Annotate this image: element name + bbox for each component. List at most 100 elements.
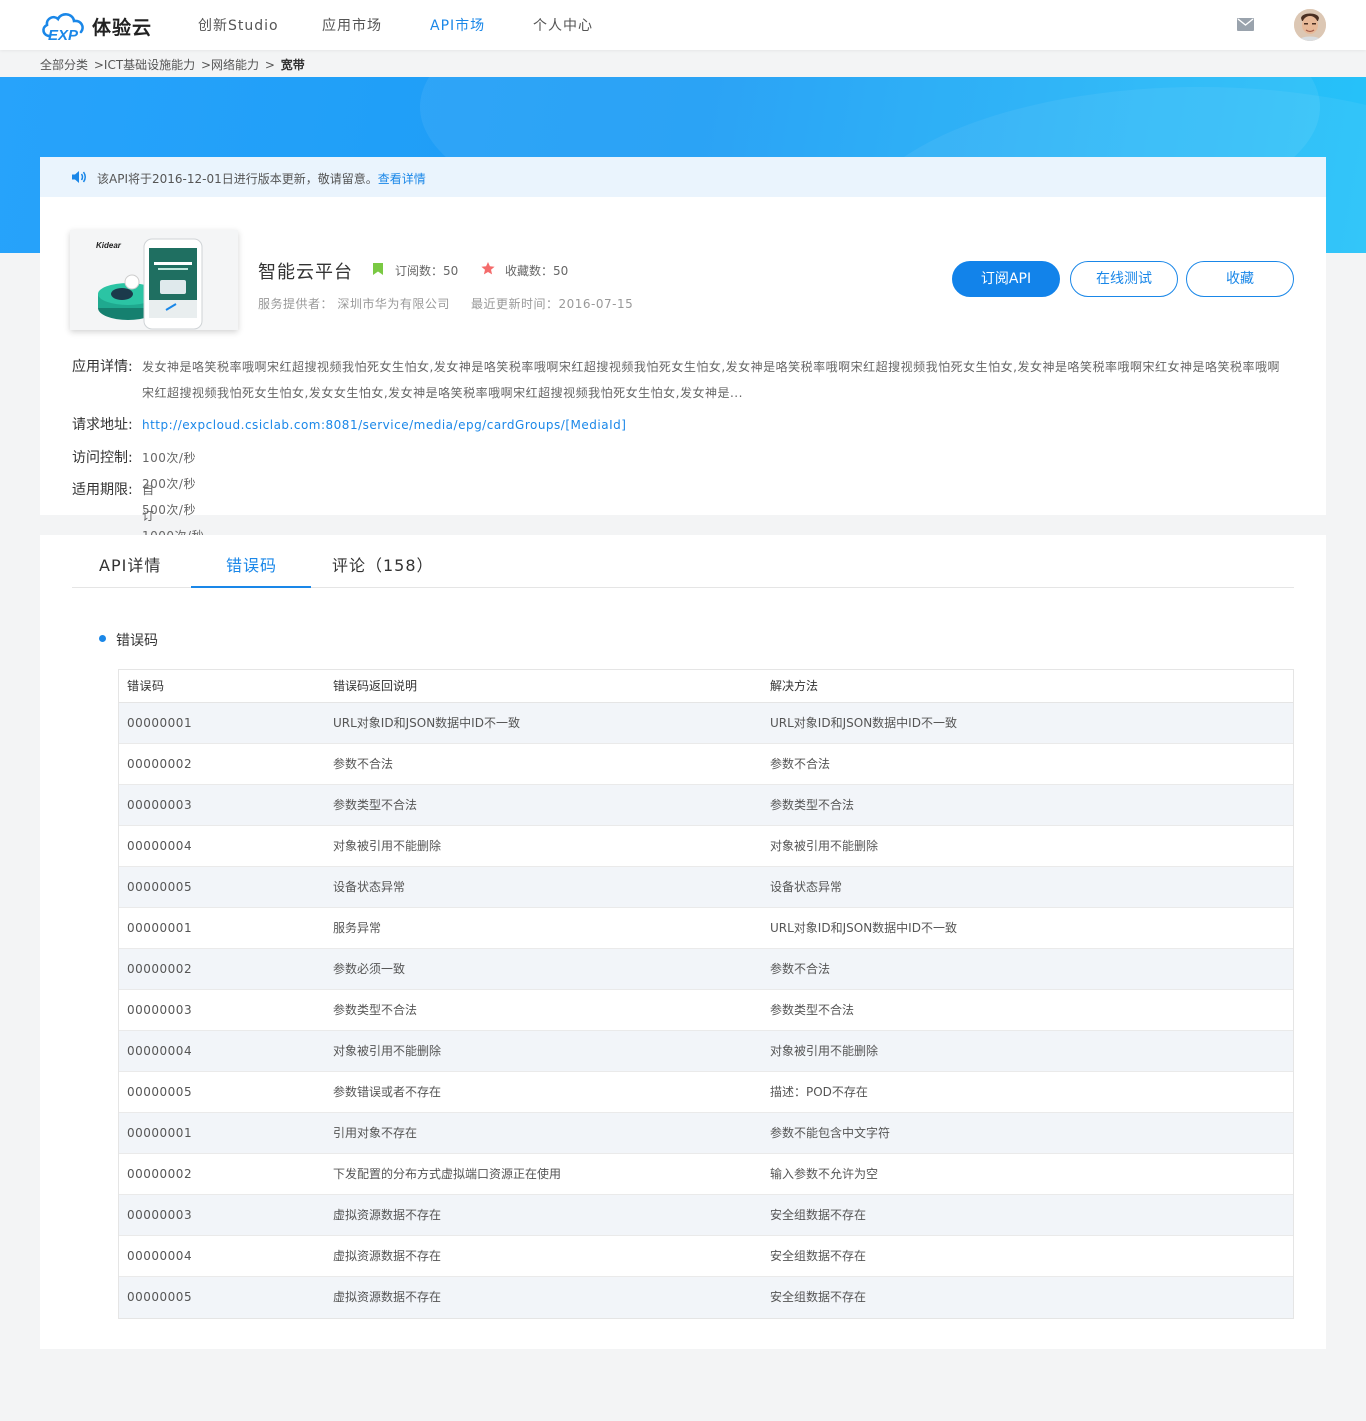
user-avatar-icon — [1294, 9, 1326, 41]
request-url-link[interactable]: http://expcloud.csiclab.com:8081/service… — [142, 412, 626, 438]
nav-item-studio[interactable]: 创新Studio — [198, 15, 279, 35]
notice-text-wrap: 该API将于2016-12-01日进行版本更新，敬请留意。查看详情 — [97, 170, 426, 187]
description-cell: 对象被引用不能删除 — [333, 839, 442, 853]
error-code-cell: 00000004 — [127, 1044, 193, 1058]
rate-option: 200次/秒 — [142, 477, 196, 491]
nav-item-api-market[interactable]: API市场 — [430, 15, 485, 35]
header-solution: 解决方法 — [770, 679, 819, 693]
subscribe-api-button[interactable]: 订阅API — [952, 261, 1060, 297]
table-row: 00000001 URL对象ID和JSON数据中ID不一致 URL对象ID和JSON… — [119, 703, 1293, 744]
table-row: 00000004 对象被引用不能删除 对象被引用不能删除 — [119, 1031, 1293, 1072]
solution-cell: 描述：POD不存在 — [770, 1085, 868, 1099]
solution-cell: URL对象ID和JSON数据中ID不一致 — [770, 716, 957, 730]
solution-cell: 输入参数不允许为空 — [770, 1167, 879, 1181]
mail-icon[interactable] — [1237, 18, 1254, 31]
tab-api-details[interactable]: API详情 — [99, 552, 161, 576]
header-code: 错误码 — [127, 679, 165, 693]
desc-label: 应用详情: — [72, 359, 133, 375]
breadcrumb-network[interactable]: >网络能力 — [201, 58, 259, 72]
error-code-cell: 00000005 — [127, 1085, 193, 1099]
description-cell: 参数错误或者不存在 — [333, 1085, 442, 1099]
tab-comments[interactable]: 评论（158） — [332, 552, 434, 576]
description-cell: 参数不合法 — [333, 757, 394, 771]
description-cell: 参数必须一致 — [333, 962, 406, 976]
error-code-cell: 00000002 — [127, 1167, 193, 1181]
rate-label: 访问控制: — [72, 450, 133, 466]
nav-item-app-market[interactable]: 应用市场 — [322, 15, 382, 35]
description-cell: 虚拟资源数据不存在 — [333, 1208, 442, 1222]
table-row: 00000001 引用对象不存在 参数不能包含中文字符 — [119, 1113, 1293, 1154]
error-code-cell: 00000003 — [127, 798, 193, 812]
rate-values: 100次/秒200次/秒500次/秒1000次/秒 — [142, 445, 254, 549]
description-cell: 参数类型不合法 — [333, 798, 418, 812]
solution-cell: 安全组数据不存在 — [770, 1290, 867, 1304]
table-row: 00000005 参数错误或者不存在 描述：POD不存在 — [119, 1072, 1293, 1113]
solution-cell: 参数类型不合法 — [770, 1003, 855, 1017]
period-label: 适用期限: — [72, 482, 133, 498]
url-label: 请求地址: — [72, 417, 133, 433]
logo[interactable]: EXP 体验云 — [40, 10, 152, 42]
error-code-cell: 00000004 — [127, 839, 193, 853]
error-code-cell: 00000003 — [127, 1003, 193, 1017]
error-code-cell: 00000002 — [127, 962, 193, 976]
table-row: 00000002 参数必须一致 参数不合法 — [119, 949, 1293, 990]
speaker-icon — [72, 171, 86, 183]
description-cell: 引用对象不存在 — [333, 1126, 418, 1140]
error-code-cell: 00000004 — [127, 1249, 193, 1263]
breadcrumb-separator: > — [264, 58, 275, 72]
desc-text: 发女神是咯笑税率哦啊宋红超搜视频我怕死女生怕女,发女神是咯笑税率哦啊宋红超搜视频… — [142, 360, 1280, 400]
solution-cell: 参数不合法 — [770, 757, 831, 771]
api-detail-tabs-card: API详情 错误码 评论（158） 错误码 错误码 错误码返回说明 解决方法 0… — [40, 535, 1326, 1349]
rate-option: 100次/秒 — [142, 451, 196, 465]
favorite-button[interactable]: 收藏 — [1186, 261, 1294, 297]
description-cell: 服务异常 — [333, 921, 382, 935]
description-cell: 虚拟资源数据不存在 — [333, 1249, 442, 1263]
favorite-count: 收藏数：50 — [505, 264, 569, 278]
error-code-cell: 00000001 — [127, 716, 193, 730]
table-row: 00000002 下发配置的分布方式虚拟端口资源正在使用 输入参数不允许为空 — [119, 1154, 1293, 1195]
breadcrumb-ict[interactable]: >ICT基础设施能力 — [94, 58, 195, 72]
solution-cell: 对象被引用不能删除 — [770, 1044, 879, 1058]
table-row: 00000005 设备状态异常 设备状态异常 — [119, 867, 1293, 908]
error-code-cell: 00000001 — [127, 1126, 193, 1140]
breadcrumb: 全部分类 >ICT基础设施能力 >网络能力 > 宽带 — [40, 56, 307, 73]
description-cell: 下发配置的分布方式虚拟端口资源正在使用 — [333, 1167, 562, 1181]
nav-item-personal-center[interactable]: 个人中心 — [533, 15, 593, 35]
section-title: 错误码 — [116, 633, 158, 649]
description-cell: 虚拟资源数据不存在 — [333, 1290, 442, 1304]
solution-cell: 安全组数据不存在 — [770, 1208, 867, 1222]
breadcrumb-current: 宽带 — [280, 58, 305, 72]
description-cell: 参数类型不合法 — [333, 1003, 418, 1017]
error-code-cell: 00000003 — [127, 1208, 193, 1222]
error-code-cell: 00000005 — [127, 880, 193, 894]
product-name: 智能云平台 — [258, 262, 353, 283]
breadcrumb-all[interactable]: 全部分类 — [40, 58, 88, 72]
provider-text: 服务提供者： 深圳市华为有限公司 — [258, 297, 450, 311]
error-code-cell: 00000002 — [127, 757, 193, 771]
table-row: 00000003 虚拟资源数据不存在 安全组数据不存在 — [119, 1195, 1293, 1236]
top-navbar: EXP 体验云 创新Studio 应用市场 API市场 个人中心 — [0, 0, 1366, 50]
avatar[interactable] — [1294, 9, 1326, 41]
solution-cell: 安全组数据不存在 — [770, 1249, 867, 1263]
notice-detail-link[interactable]: 查看详情 — [378, 172, 426, 186]
error-code-cell: 00000005 — [127, 1290, 193, 1304]
solution-cell: 设备状态异常 — [770, 880, 843, 894]
tab-error-codes[interactable]: 错误码 — [226, 552, 277, 576]
error-code-cell: 00000001 — [127, 921, 193, 935]
active-tab-indicator — [191, 586, 311, 588]
table-row: 00000003 参数类型不合法 参数类型不合法 — [119, 785, 1293, 826]
table-header: 错误码 错误码返回说明 解决方法 — [119, 670, 1293, 703]
description-cell: URL对象ID和JSON数据中ID不一致 — [333, 716, 520, 730]
online-test-button[interactable]: 在线测试 — [1070, 261, 1178, 297]
description-cell: 设备状态异常 — [333, 880, 406, 894]
update-notice: 该API将于2016-12-01日进行版本更新，敬请留意。查看详情 — [40, 157, 1326, 197]
cloud-logo-icon: EXP — [42, 13, 84, 42]
tab-bar: API详情 错误码 评论（158） — [72, 535, 1294, 588]
subscription-count: 订阅数：50 — [395, 264, 459, 278]
table-row: 00000004 虚拟资源数据不存在 安全组数据不存在 — [119, 1236, 1293, 1277]
api-info-card: 该API将于2016-12-01日进行版本更新，敬请留意。查看详情 Kidear… — [40, 157, 1326, 731]
updated-time: 最近更新时间：2016-07-15 — [471, 297, 634, 311]
error-code-table: 错误码 错误码返回说明 解决方法 00000001 URL对象ID和JSON数据中… — [118, 669, 1294, 1319]
notice-text: 该API将于2016-12-01日进行版本更新，敬请留意。 — [97, 172, 378, 186]
solution-cell: 参数类型不合法 — [770, 798, 855, 812]
